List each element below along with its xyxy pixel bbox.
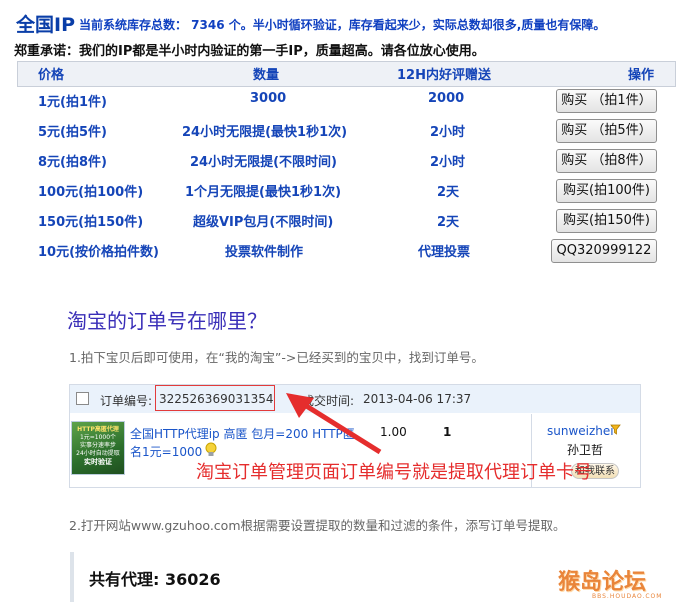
row-price: 100元(拍100件) — [38, 185, 144, 200]
forum-watermark-url: BBS.HOUDAO.COM — [592, 593, 663, 600]
brand-title: 全国IP — [16, 14, 75, 36]
column-header-price: 价格 — [38, 68, 65, 83]
article-title: 淘宝的订单号在哪里？ — [67, 309, 267, 333]
row-bonus: 2小时 — [430, 125, 466, 140]
row-quantity: 3000 — [250, 91, 287, 106]
proxy-quote-bar — [70, 552, 74, 602]
thumb-line: 1元=1000个 — [79, 434, 117, 441]
seller-id[interactable]: sunweizhei — [547, 424, 614, 438]
row-price: 5元(拍5件) — [38, 125, 107, 140]
price-table-header — [17, 61, 676, 87]
stock-info: 当前系统库存总数： 7346 个。半小时循环验证，库存看起来少，实际总数却很多,… — [79, 18, 606, 32]
buy-150-button[interactable]: 购买(拍150件) — [556, 209, 657, 233]
filter-icon[interactable] — [610, 424, 621, 435]
step-2-text: 2.打开网站www.gzuhoo.com根据需要设置提取的数量和过滤的条件，添写… — [69, 518, 566, 533]
row-bonus: 2000 — [428, 91, 465, 106]
lightbulb-icon — [205, 442, 217, 456]
proxy-total: 共有代理: 36026 — [89, 570, 221, 589]
red-arrow-icon — [286, 393, 382, 455]
thumb-line: 24小时自动提取 — [76, 450, 120, 457]
buy-8-button[interactable]: 购买 （拍8件） — [556, 149, 657, 173]
order-checkbox[interactable] — [76, 392, 89, 405]
column-header-quantity: 数量 — [253, 68, 280, 83]
buy-100-button[interactable]: 购买(拍100件) — [556, 179, 657, 203]
product-title-line2[interactable]: 名1元=1000 — [130, 443, 202, 460]
row-bonus: 代理投票 — [418, 245, 471, 260]
row-quantity: 超级VIP包月(不限时间) — [193, 215, 334, 230]
step-1-text: 1.拍下宝贝后即可使用，在“我的淘宝”->已经买到的宝贝中，找到订单号。 — [69, 350, 484, 365]
buy-1-button[interactable]: 购买 （拍1件） — [556, 89, 657, 113]
row-quantity: 24小时无限提(最快1秒1次) — [182, 125, 348, 140]
order-number-label: 订单编号: — [100, 394, 153, 408]
product-thumbnail[interactable]: HTTP高匿代理 1元=1000个 实事分速率步 24小时自动提取 实时验证 — [71, 421, 125, 475]
row-quantity: 投票软件制作 — [225, 245, 304, 260]
row-bonus: 2小时 — [430, 155, 466, 170]
row-quantity: 24小时无限提(不限时间) — [190, 155, 337, 170]
thumb-line: 实时验证 — [84, 458, 112, 466]
seller-name: 孙卫哲 — [567, 443, 604, 457]
row-price: 10元(按价格拍件数) — [38, 245, 159, 260]
row-price: 1元(拍1件) — [38, 95, 107, 110]
row-quantity: 1个月无限提(最快1秒1次) — [185, 185, 342, 200]
forum-watermark: 猴岛论坛 — [558, 569, 647, 595]
column-header-action: 操作 — [628, 68, 655, 83]
order-number[interactable]: 322526369031354 — [159, 392, 274, 406]
thumb-line: HTTP高匿代理 — [77, 426, 119, 433]
thumb-line: 实事分速率步 — [79, 442, 116, 449]
row-bonus: 2天 — [437, 185, 460, 200]
buy-5-button[interactable]: 购买 （拍5件） — [556, 119, 657, 143]
order-qty: 1 — [443, 425, 452, 439]
qq-contact-button[interactable]: QQ320999122 — [551, 239, 657, 263]
row-price: 150元(拍150件) — [38, 215, 144, 230]
promise-text: 郑重承诺：我们的IP都是半小时内验证的第一手IP，质量超高。请各位放心使用。 — [14, 44, 485, 59]
row-price: 8元(拍8件) — [38, 155, 107, 170]
column-header-bonus: 12H内好评赠送 — [397, 68, 491, 83]
row-bonus: 2天 — [437, 215, 460, 230]
annotation-text: 淘宝订单管理页面订单编号就是提取代理订单卡号 — [196, 462, 592, 483]
